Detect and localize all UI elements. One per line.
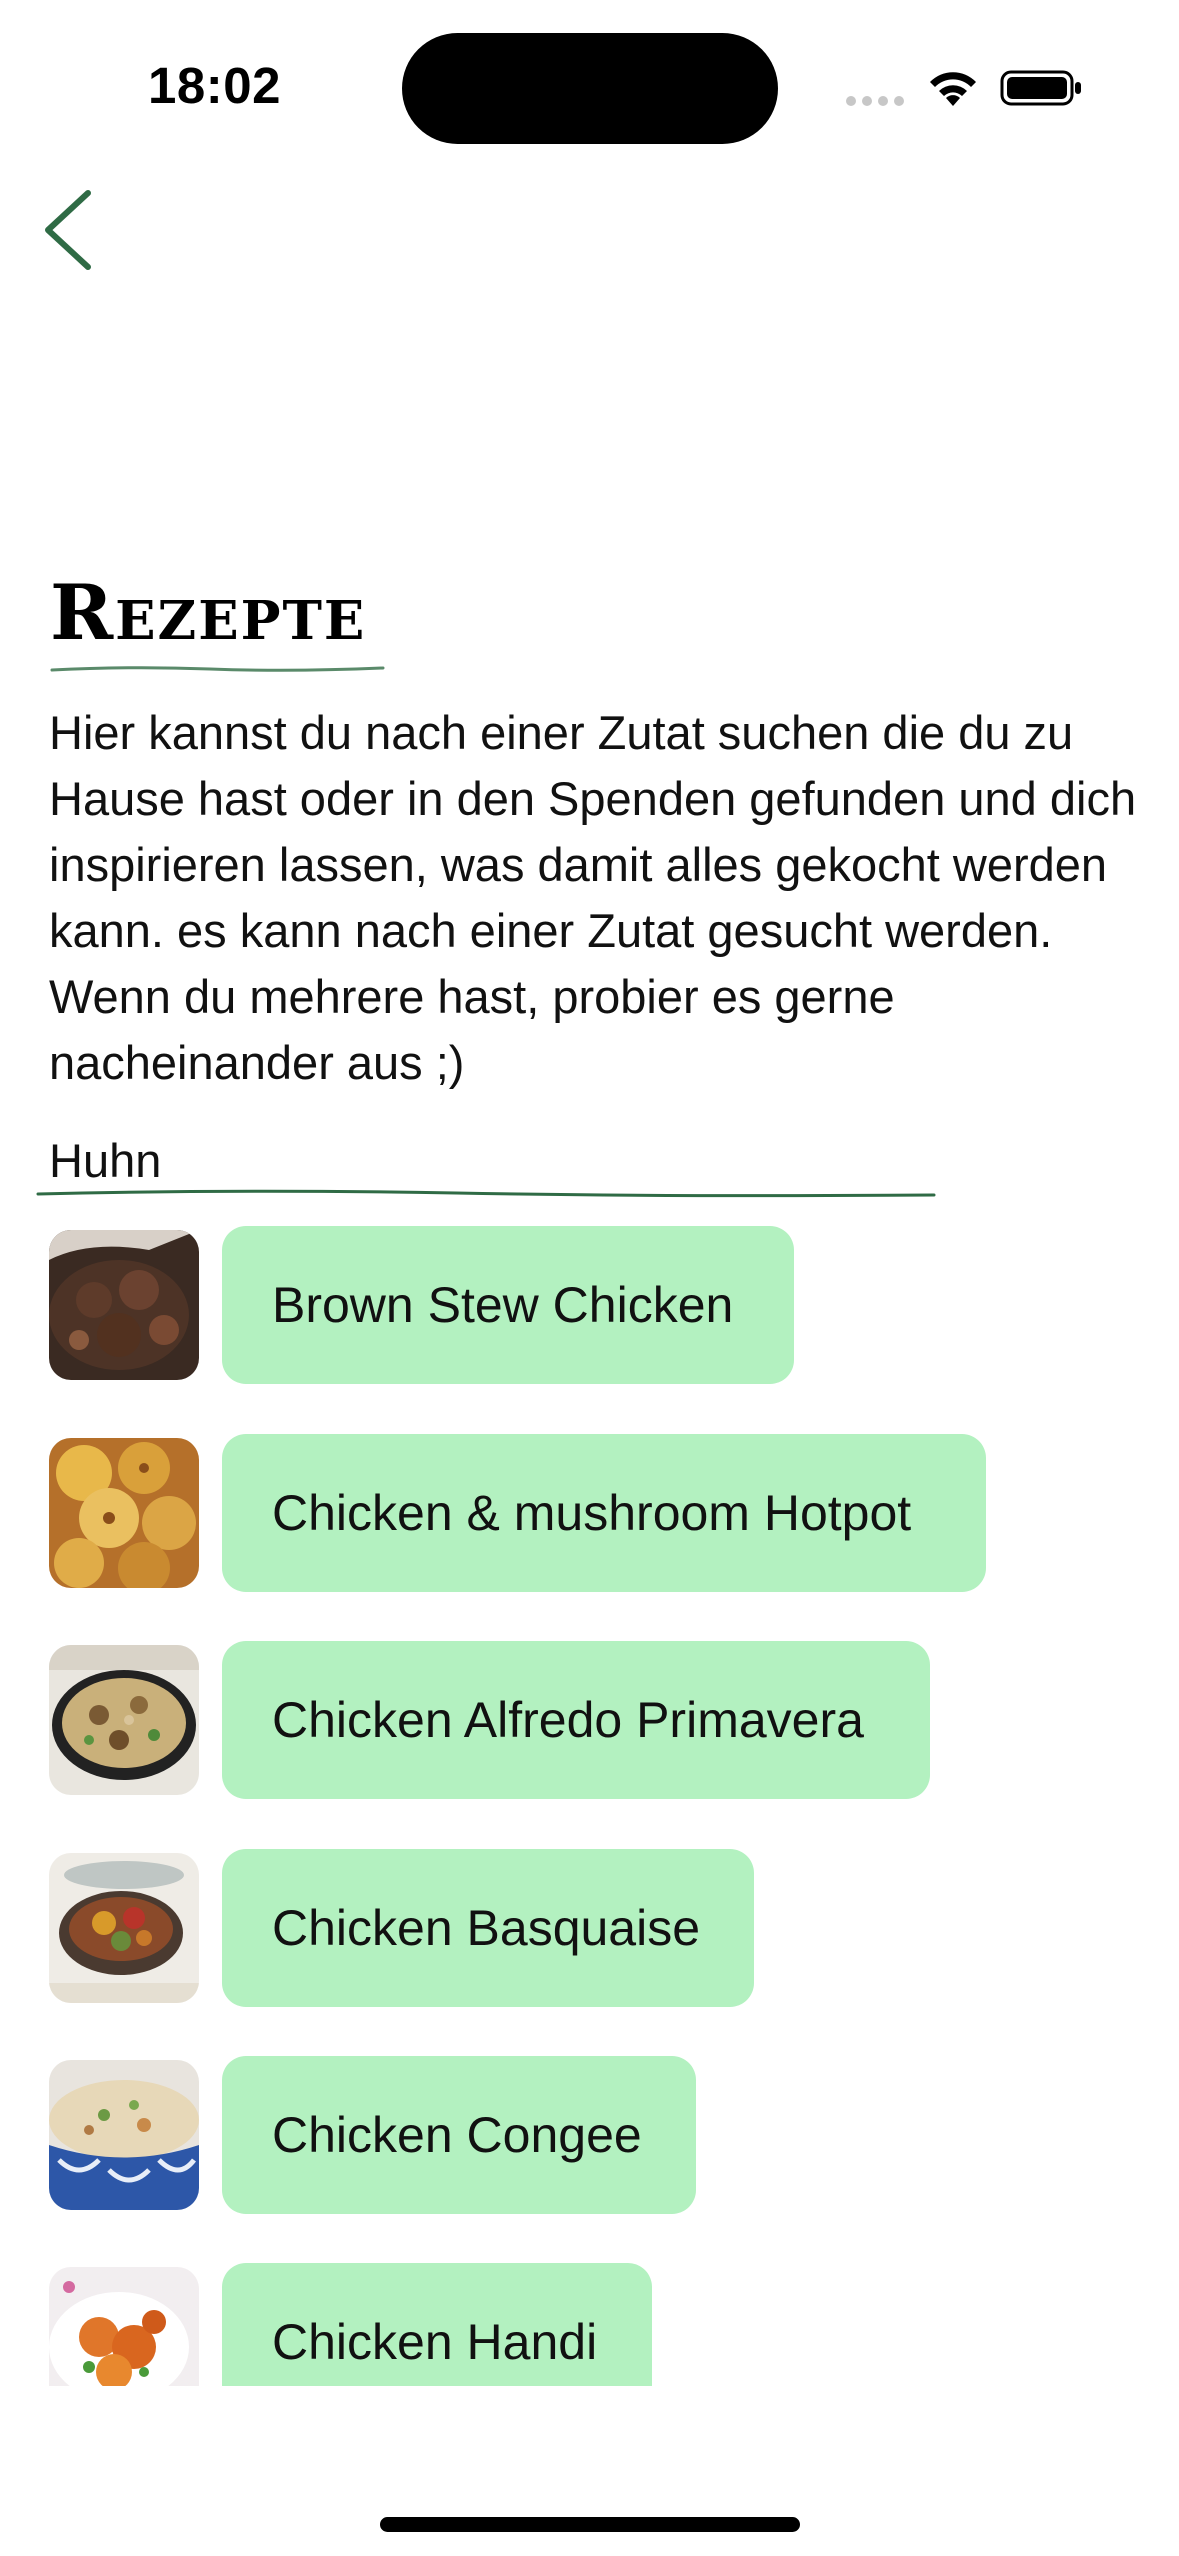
intro-text: Hier kannst du nach einer Zutat suchen d…: [49, 706, 1137, 1089]
recipe-thumbnail: [49, 1438, 199, 1588]
recipe-row: Chicken Basquaise: [0, 1849, 1179, 2009]
recipe-thumbnail: [49, 1853, 199, 2003]
recipe-row: Chicken Handi: [0, 2263, 1179, 2386]
cellular-signal-icon: [846, 96, 904, 106]
dynamic-island: [402, 33, 778, 144]
recipe-button[interactable]: Chicken Alfredo Primavera: [222, 1641, 930, 1799]
recipe-results-list[interactable]: Brown Stew Chicken Chicken & mushroom Ho…: [0, 1226, 1179, 2386]
recipe-row: Brown Stew Chicken: [0, 1226, 1179, 1386]
recipe-row: Chicken Alfredo Primavera: [0, 1641, 1179, 1801]
chevron-left-icon: [45, 190, 91, 270]
search-underline: [36, 1189, 936, 1198]
recipe-thumbnail: [49, 2060, 199, 2210]
battery-icon: [1000, 70, 1081, 106]
wifi-icon: [930, 72, 976, 106]
back-button[interactable]: [38, 185, 98, 275]
title-underline: [50, 666, 385, 672]
page-title: Rezepte: [50, 568, 367, 657]
recipe-button[interactable]: Chicken Basquaise: [222, 1849, 754, 2007]
recipe-thumbnail: [49, 1645, 199, 1795]
recipe-button[interactable]: Brown Stew Chicken: [222, 1226, 794, 1384]
recipe-thumbnail: [49, 2267, 199, 2386]
recipe-button[interactable]: Chicken Congee: [222, 2056, 696, 2214]
home-indicator[interactable]: [380, 2517, 800, 2532]
recipe-row: Chicken Congee: [0, 2056, 1179, 2216]
recipe-button[interactable]: Chicken & mushroom Hotpot: [222, 1434, 986, 1592]
status-time: 18:02: [148, 57, 281, 114]
recipe-button[interactable]: Chicken Handi: [222, 2263, 652, 2386]
recipes-screen: 18:02 Rezepte Hier kannst du nach einer …: [0, 0, 1179, 2556]
recipe-thumbnail: [49, 1230, 199, 1380]
recipe-row: Chicken & mushroom Hotpot: [0, 1434, 1179, 1594]
